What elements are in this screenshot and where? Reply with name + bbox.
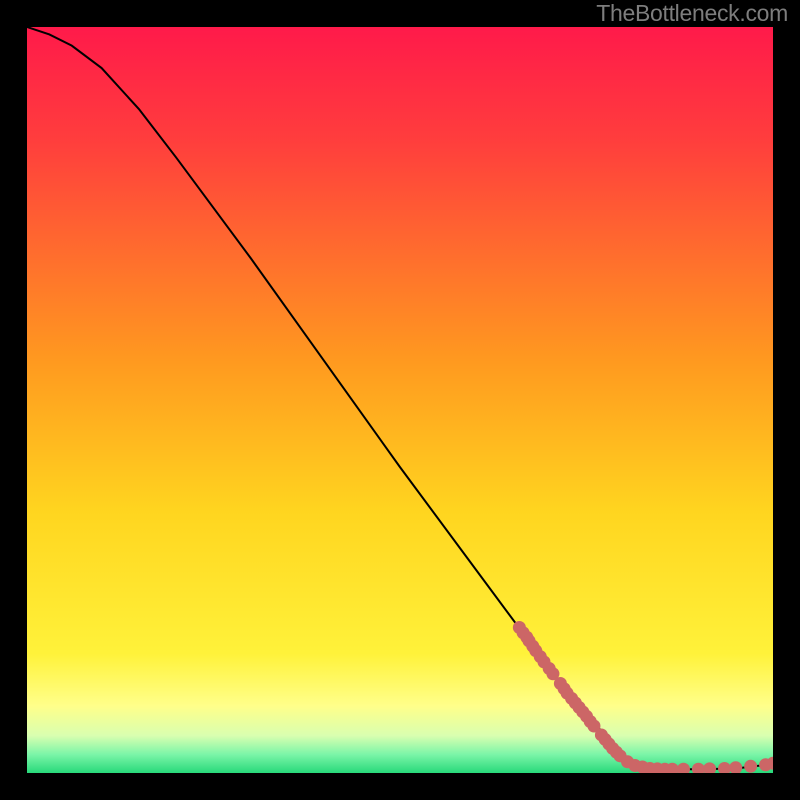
chart-svg bbox=[27, 27, 773, 773]
gradient-background bbox=[27, 27, 773, 773]
chart-plot-area bbox=[27, 27, 773, 773]
watermark-label: TheBottleneck.com bbox=[596, 0, 788, 27]
scatter-point bbox=[744, 760, 757, 773]
